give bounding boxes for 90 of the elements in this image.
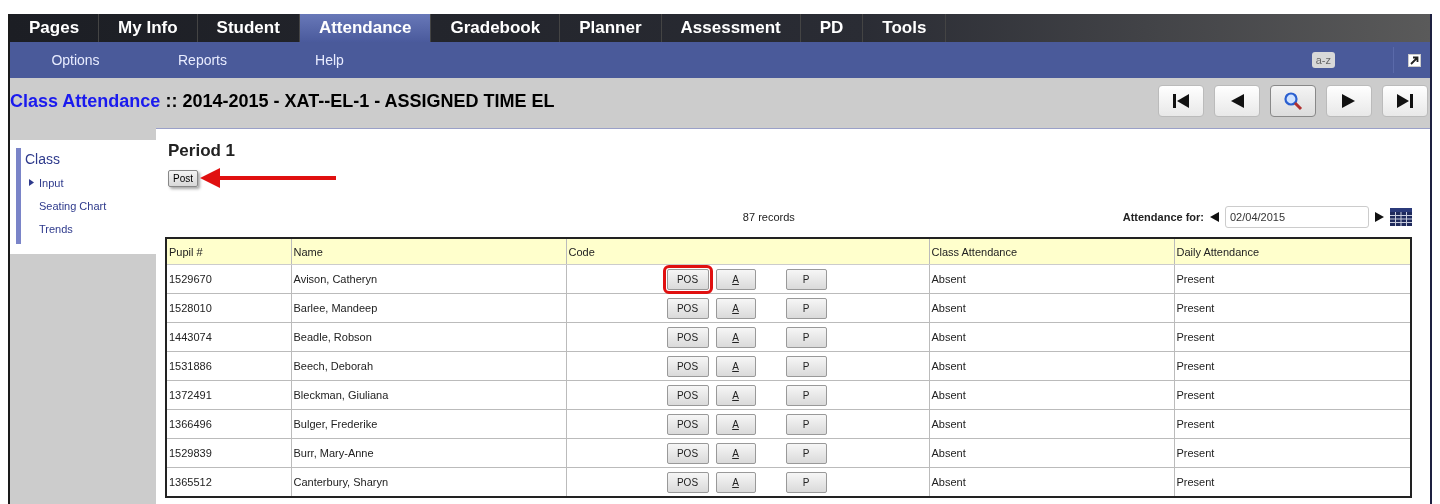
table-cell: 1528010 [166, 293, 291, 323]
previous-day-icon[interactable] [1210, 212, 1219, 222]
calendar-icon[interactable] [1390, 208, 1412, 226]
table-cell: Bleckman, Giuliana [291, 380, 566, 410]
table-cell: 1443074 [166, 322, 291, 352]
code-button[interactable]: POS [666, 384, 709, 406]
column-header: Name [291, 238, 566, 265]
sidebar-item[interactable]: Input [39, 176, 64, 189]
table-cell: Canterbury, Sharyn [291, 467, 566, 497]
sort-button[interactable]: a-z [1311, 52, 1335, 68]
date-field[interactable]: 02/04/2015 [1225, 206, 1369, 228]
record-count: 87 records [741, 211, 796, 223]
table-cell: Present [1174, 322, 1411, 352]
code-button[interactable]: POS [666, 442, 709, 464]
table-cell: Absent [929, 380, 1174, 410]
code-button[interactable]: A [715, 297, 756, 319]
table-cell: Absent [929, 409, 1174, 439]
search-icon [1283, 91, 1303, 111]
first-icon [1171, 93, 1191, 109]
code-button[interactable]: A [715, 471, 756, 493]
code-button[interactable]: POS [666, 326, 709, 348]
breadcrumb-link[interactable]: Class Attendance [10, 90, 161, 111]
code-button[interactable]: P [785, 471, 827, 493]
date-label: Attendance for: [1122, 211, 1204, 223]
table-cell: Absent [929, 293, 1174, 323]
column-header: Daily Attendance [1174, 238, 1411, 265]
table-cell: 1529839 [166, 438, 291, 468]
code-button[interactable]: P [785, 384, 827, 406]
table-cell: Burr, Mary-Anne [291, 438, 566, 468]
previous-button[interactable] [1214, 85, 1260, 117]
code-button[interactable]: P [785, 355, 827, 377]
code-button[interactable]: A [715, 413, 756, 435]
code-button[interactable]: P [785, 268, 827, 290]
table-cell: 1531886 [166, 351, 291, 381]
next-day-icon[interactable] [1375, 212, 1384, 222]
menu-item[interactable]: Help [266, 52, 393, 68]
code-button[interactable]: A [715, 355, 756, 377]
table-cell: Absent [929, 467, 1174, 497]
code-button[interactable]: A [715, 384, 756, 406]
code-button[interactable]: A [715, 326, 756, 348]
table-cell: Present [1174, 351, 1411, 381]
code-button[interactable]: A [715, 268, 756, 290]
code-button[interactable]: P [785, 442, 827, 464]
sidebar-item[interactable]: Seating Chart [39, 199, 107, 212]
table-cell: Avison, Catheryn [291, 264, 566, 294]
table-cell: 1372491 [166, 380, 291, 410]
code-button[interactable]: P [785, 326, 827, 348]
code-button[interactable]: POS [666, 413, 709, 435]
table-cell: Present [1174, 467, 1411, 497]
sidebar-item[interactable]: Trends [39, 222, 73, 235]
column-header: Pupil # [166, 238, 291, 265]
code-button[interactable]: POS [666, 355, 709, 377]
menu-item[interactable]: Reports [139, 52, 266, 68]
menu-item[interactable]: Options [12, 52, 139, 68]
table-cell: Present [1174, 438, 1411, 468]
code-button[interactable]: POS [666, 297, 709, 319]
last-button[interactable] [1382, 85, 1428, 117]
table-cell: 1365512 [166, 467, 291, 497]
code-button[interactable]: P [785, 413, 827, 435]
table-cell: Absent [929, 438, 1174, 468]
post-button[interactable]: Post [168, 169, 198, 187]
period-heading: Period 1 [168, 141, 236, 161]
table-cell: Beadle, Robson [291, 322, 566, 352]
table-cell: 1366496 [166, 409, 291, 439]
table-cell: Beech, Deborah [291, 351, 566, 381]
code-button[interactable]: A [715, 442, 756, 464]
popout-icon[interactable] [1408, 53, 1421, 67]
code-button[interactable]: P [785, 297, 827, 319]
table-cell: Present [1174, 380, 1411, 410]
nav-tab[interactable]: Attendance [299, 14, 432, 42]
next-button[interactable] [1326, 85, 1372, 117]
column-header: Class Attendance [929, 238, 1174, 265]
table-cell: Present [1174, 264, 1411, 294]
page-title: :: 2014-2015 - XAT--EL-1 - ASSIGNED TIME EL [165, 90, 555, 111]
table-cell: 1529670 [166, 264, 291, 294]
search-button[interactable] [1270, 85, 1316, 117]
first-button[interactable] [1158, 85, 1204, 117]
section-heading: Class [25, 151, 60, 167]
code-button[interactable]: POS [666, 471, 709, 493]
table-cell: Present [1174, 409, 1411, 439]
table-cell: Absent [929, 322, 1174, 352]
table-cell: Barlee, Mandeep [291, 293, 566, 323]
table-cell: Bulger, Frederike [291, 409, 566, 439]
column-header: Code [566, 238, 929, 265]
table-cell: Present [1174, 293, 1411, 323]
table-cell: Absent [929, 351, 1174, 381]
previous-icon [1229, 93, 1245, 109]
table-cell: Absent [929, 264, 1174, 294]
last-icon [1395, 93, 1415, 109]
next-icon [1341, 93, 1357, 109]
